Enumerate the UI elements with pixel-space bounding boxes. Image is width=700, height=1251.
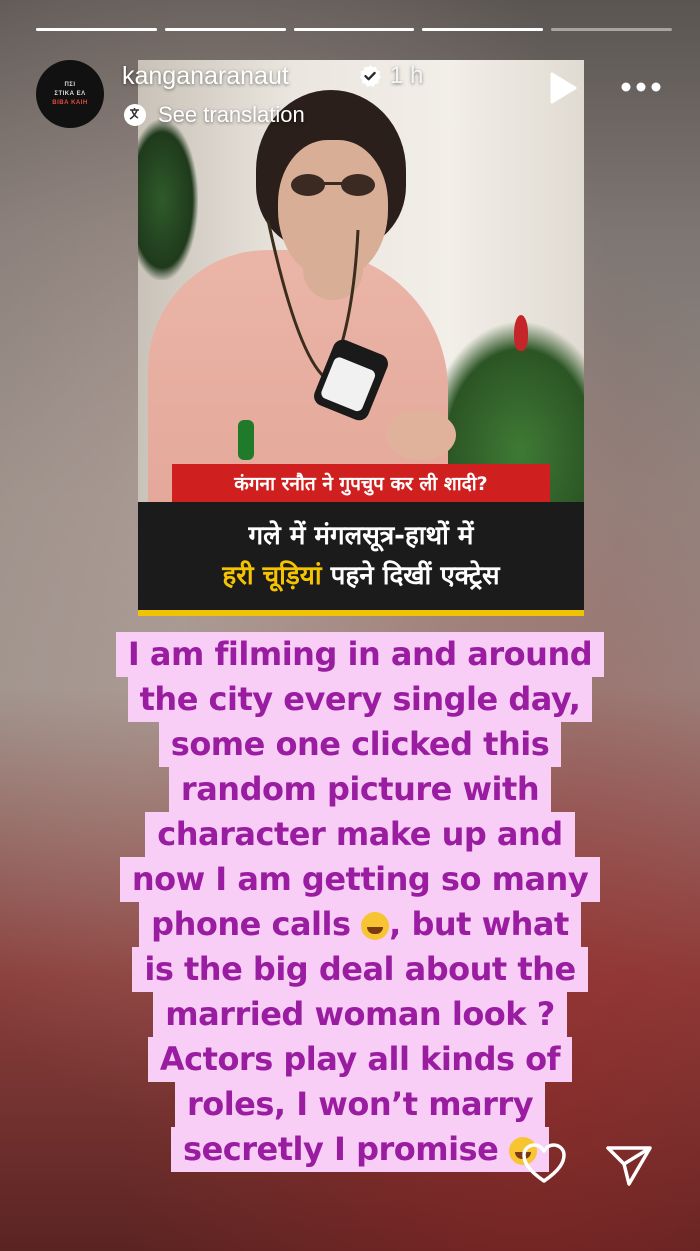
sunglasses	[291, 174, 375, 196]
avatar-text: ΒΙΒΑ ΚΑΙΗ	[52, 99, 88, 106]
progress-segment	[164, 28, 286, 31]
headline-line-1: गले में मंगलसूत्र-हाथों में	[248, 521, 474, 551]
caption-line: phone calls , but what	[139, 902, 581, 947]
caption-line: now I am getting so many	[119, 857, 601, 902]
caption-text: secretly I promise	[183, 1130, 499, 1168]
caption-line: secretly I promise	[171, 1127, 549, 1172]
send-icon[interactable]	[604, 1142, 654, 1188]
progress-segment	[36, 28, 157, 31]
story-caption: I am filming in and around the city ever…	[106, 632, 614, 1172]
reposted-photo[interactable]: कंगना रनौत ने गुपचुप कर ली शादी? गले में…	[138, 60, 584, 616]
story-progress	[36, 28, 672, 31]
caption-line: character make up and	[145, 812, 575, 857]
play-icon[interactable]	[544, 70, 580, 106]
avatar[interactable]: ΠΣΙ ΣΤΙΚΑ ΕΛ ΒΙΒΑ ΚΑΙΗ	[36, 60, 104, 128]
caption-line: married woman look ?	[153, 992, 567, 1037]
post-time: 1 h	[390, 62, 424, 89]
headline-red-banner: कंगना रनौत ने गुपचुप कर ली शादी?	[172, 464, 550, 502]
caption-text: phone calls	[151, 905, 351, 943]
story-header: ΠΣΙ ΣΤΙΚΑ ΕΛ ΒΙΒΑ ΚΑΙΗ kanganaranaut 1 h…	[36, 58, 664, 138]
caption-line: the city every single day,	[127, 677, 593, 722]
headline-dark-banner: गले में मंगलसूत्र-हाथों में हरी चूड़ियां…	[138, 502, 584, 616]
more-dots-icon[interactable]	[618, 72, 664, 102]
heart-icon[interactable]	[520, 1140, 568, 1188]
username[interactable]: kanganaranaut	[122, 62, 289, 91]
caption-line: I am filming in and around	[115, 632, 605, 677]
plant-left	[138, 120, 198, 280]
progress-segment	[422, 28, 544, 31]
caption-line: some one clicked this	[158, 722, 562, 767]
green-bangle	[238, 420, 254, 460]
laughing-emoji-icon	[361, 912, 390, 940]
caption-line: is the big deal about the	[132, 947, 588, 992]
red-flower	[514, 315, 528, 351]
caption-line: roles, I won’t marry	[174, 1082, 546, 1127]
translate-icon	[124, 104, 146, 126]
see-translation[interactable]: See translation	[122, 102, 305, 128]
caption-line: random picture with	[168, 767, 552, 812]
progress-segment	[551, 28, 672, 31]
see-translation-label: See translation	[158, 102, 305, 127]
avatar-text: ΣΤΙΚΑ ΕΛ	[54, 90, 86, 97]
progress-segment	[293, 28, 415, 31]
caption-line: Actors play all kinds of	[147, 1037, 573, 1082]
hand	[386, 410, 456, 460]
avatar-text: ΠΣΙ	[64, 81, 76, 88]
headline-line-2: हरी चूड़ियां पहने दिखीं एक्ट्रेस	[138, 556, 584, 592]
headline-highlight: हरी चूड़ियां	[222, 561, 322, 591]
headline-line-2-rest: पहने दिखीं एक्ट्रेस	[321, 561, 500, 591]
caption-text: , but what	[389, 905, 569, 943]
verified-badge-icon	[359, 65, 381, 87]
